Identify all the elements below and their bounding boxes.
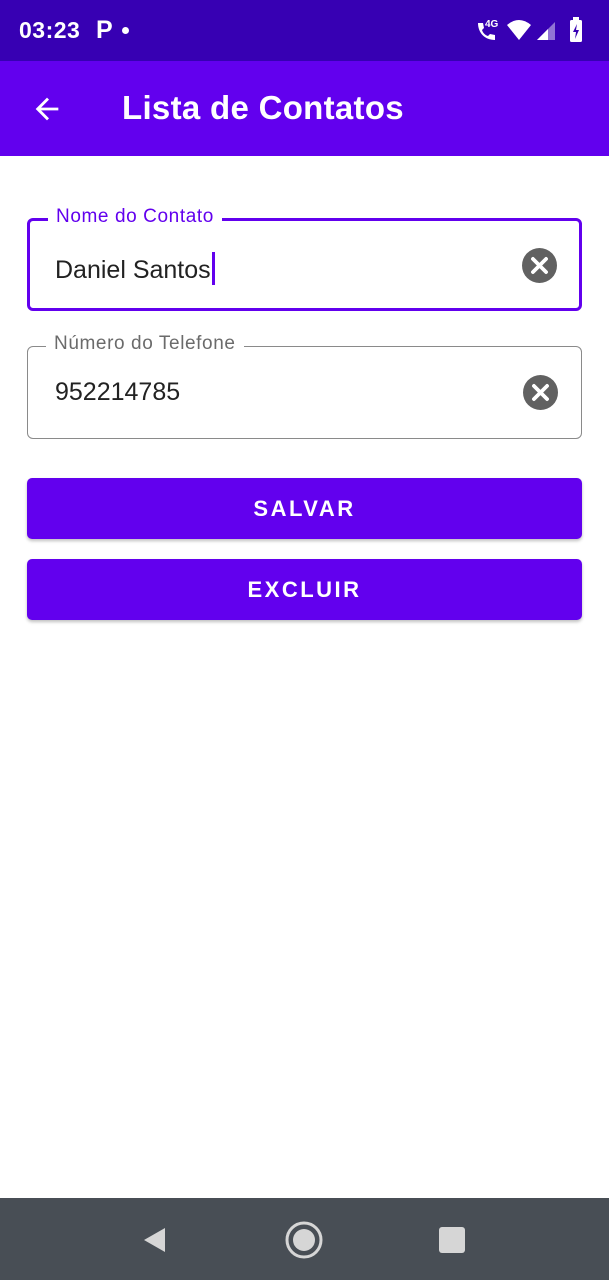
recents-square-icon[interactable] bbox=[430, 1218, 474, 1262]
delete-button[interactable]: EXCLUIR bbox=[27, 559, 582, 620]
app-title: Lista de Contatos bbox=[122, 89, 404, 126]
clear-circle-icon[interactable] bbox=[522, 248, 557, 283]
phone-number-label: Número do Telefone bbox=[46, 333, 244, 355]
call-wifi-icon: 4G bbox=[478, 19, 499, 40]
phone-number-field[interactable]: Número do Telefone 952214785 bbox=[27, 333, 582, 439]
battery-charging-icon bbox=[570, 17, 582, 42]
network-label: 4G bbox=[485, 19, 499, 30]
save-button[interactable]: SALVAR bbox=[27, 478, 582, 539]
notification-dot-icon bbox=[122, 27, 129, 34]
wifi-icon bbox=[507, 20, 531, 40]
contact-name-value: Daniel Santos bbox=[55, 256, 211, 284]
back-triangle-icon[interactable] bbox=[132, 1218, 176, 1262]
app-bar: Lista de Contatos bbox=[0, 61, 609, 156]
clear-circle-icon[interactable] bbox=[523, 375, 558, 410]
home-circle-icon[interactable] bbox=[282, 1218, 326, 1262]
arrow-back-icon[interactable] bbox=[30, 92, 64, 126]
status-time: 03:23 bbox=[19, 17, 81, 43]
status-icons: 4G bbox=[478, 17, 582, 42]
text-cursor bbox=[211, 252, 215, 285]
phone-number-input[interactable]: 952214785 bbox=[55, 378, 180, 407]
navigation-bar bbox=[0, 1198, 609, 1280]
parking-p-icon: P bbox=[96, 16, 113, 44]
status-bar: 03:23 P 4G bbox=[0, 0, 609, 61]
contact-name-input[interactable]: Daniel Santos bbox=[55, 252, 215, 285]
contact-name-field[interactable]: Nome do Contato Daniel Santos bbox=[27, 206, 582, 311]
cell-signal-icon bbox=[537, 22, 555, 40]
contact-name-label: Nome do Contato bbox=[48, 206, 222, 228]
screen: 03:23 P 4G Lista de Contatos Nome do Con… bbox=[0, 0, 609, 1280]
